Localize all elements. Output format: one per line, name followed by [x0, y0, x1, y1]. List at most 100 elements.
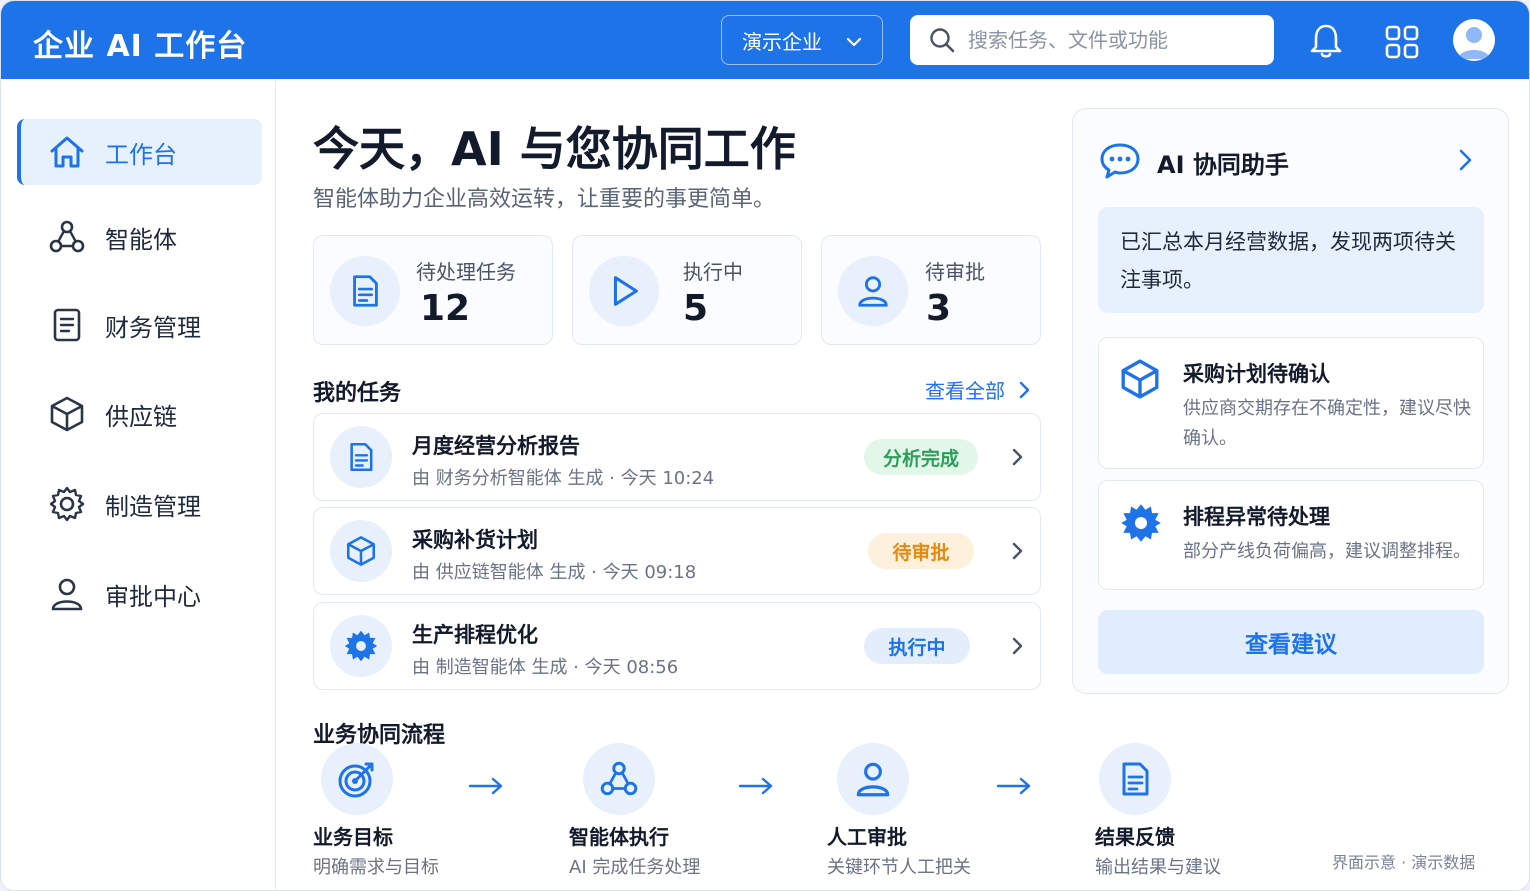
stat-card-running[interactable]: 执行中 5	[572, 235, 802, 345]
insight-card-scheduling[interactable]: 排程异常待处理 部分产线负荷偏高，建议调整排程。	[1098, 480, 1484, 590]
sidebar-item-agents[interactable]: 智能体	[17, 204, 262, 270]
arrow-right-icon	[468, 777, 503, 795]
user-avatar-icon	[1458, 27, 1490, 59]
avatar[interactable]	[1453, 19, 1495, 61]
task-row[interactable]: 月度经营分析报告 由 财务分析智能体 生成 · 今天 10:24 分析完成	[313, 413, 1041, 501]
insight-title: 排程异常待处理	[1183, 505, 1330, 529]
assistant-message: 已汇总本月经营数据，发现两项待关注事项。	[1098, 207, 1484, 313]
chevron-right-icon	[1019, 381, 1030, 398]
insight-card-procurement[interactable]: 采购计划待确认 供应商交期存在不确定性，建议尽快确认。	[1098, 337, 1484, 469]
status-badge: 执行中	[864, 628, 970, 664]
sidebar: 工作台 智能体 财务管理 供应链 制造管理 审批中心	[1, 79, 276, 890]
sidebar-item-approvals[interactable]: 审批中心	[17, 561, 262, 627]
arrow-right-icon	[996, 777, 1031, 795]
stat-label: 待处理任务	[416, 260, 516, 284]
document-icon	[353, 275, 378, 307]
page-title: 今天，AI 与您协同工作	[313, 122, 796, 176]
user-icon	[51, 578, 83, 611]
flow-step-subtitle: 输出结果与建议	[1095, 857, 1221, 878]
task-title: 生产排程优化	[412, 623, 538, 647]
home-icon	[50, 136, 84, 168]
flow-step-subtitle: 明确需求与目标	[313, 857, 439, 878]
assistant-panel: AI 协同助手 已汇总本月经营数据，发现两项待关注事项。 采购计划待确认 供应商…	[1072, 108, 1509, 694]
search-icon	[930, 28, 955, 53]
insight-title: 采购计划待确认	[1183, 362, 1330, 386]
flow-step-title: 人工审批	[827, 825, 907, 849]
gear-icon	[344, 630, 378, 662]
stat-label: 执行中	[683, 260, 743, 284]
flow-step-approval: 人工审批 关键环节人工把关	[827, 743, 971, 878]
assistant-title: AI 协同助手	[1157, 151, 1289, 179]
stat-value: 12	[420, 288, 471, 329]
stat-label: 待审批	[925, 260, 985, 284]
insight-description: 供应商交期存在不确定性，建议尽快确认。	[1183, 398, 1471, 449]
top-header: 企业 AI 工作台 演示企业	[1, 1, 1529, 79]
chevron-right-icon[interactable]	[1453, 147, 1477, 173]
stat-card-pending[interactable]: 待处理任务 12	[313, 235, 553, 345]
task-title: 采购补货计划	[412, 528, 538, 552]
stat-value: 5	[683, 288, 709, 329]
document-icon	[350, 442, 373, 472]
task-row[interactable]: 生产排程优化 由 制造智能体 生成 · 今天 08:56 执行中	[313, 602, 1041, 690]
cube-icon	[1121, 359, 1159, 399]
chat-bubble-icon	[1100, 143, 1140, 179]
document-icon	[53, 308, 81, 342]
footnote: 界面示意 · 演示数据	[1332, 853, 1476, 872]
sidebar-item-manufacturing[interactable]: 制造管理	[17, 471, 262, 537]
gear-icon	[49, 486, 85, 522]
view-all-label: 查看全部	[925, 379, 1005, 403]
task-meta: 由 制造智能体 生成 · 今天 08:56	[412, 657, 679, 678]
app-window: 企业 AI 工作台 演示企业 工作台 智能体 财务管理	[0, 0, 1530, 891]
user-icon	[858, 276, 888, 307]
task-title: 月度经营分析报告	[412, 434, 580, 458]
flow-step-title: 结果反馈	[1095, 825, 1175, 849]
stat-card-approval[interactable]: 待审批 3	[821, 235, 1041, 345]
insight-description: 部分产线负荷偏高，建议调整排程。	[1183, 541, 1471, 562]
page-subtitle: 智能体助力企业高效运转，让重要的事更简单。	[313, 187, 776, 212]
status-badge: 待审批	[868, 533, 974, 569]
agent-icon	[49, 220, 85, 253]
flow-step-result: 结果反馈 输出结果与建议	[1091, 743, 1221, 878]
gear-icon	[1121, 504, 1161, 542]
stat-value: 3	[926, 288, 952, 329]
chevron-right-icon[interactable]	[1006, 635, 1028, 657]
agent-icon	[600, 761, 638, 796]
task-row[interactable]: 采购补货计划 由 供应链智能体 生成 · 今天 09:18 待审批	[313, 507, 1041, 595]
brand-title: 企业 AI 工作台	[33, 29, 248, 64]
status-badge: 分析完成	[864, 439, 978, 475]
sidebar-item-label: 供应链	[105, 402, 177, 431]
target-icon	[338, 762, 374, 798]
user-icon	[856, 762, 890, 797]
chevron-down-icon	[846, 37, 862, 47]
flow-step-subtitle: 关键环节人工把关	[827, 857, 971, 878]
sidebar-item-label: 审批中心	[105, 582, 201, 611]
org-select-value: 演示企业	[742, 29, 822, 54]
search-input[interactable]	[968, 28, 1248, 52]
flow-step-agent: 智能体执行 AI 完成任务处理	[569, 743, 700, 878]
view-all-link[interactable]: 查看全部	[925, 375, 1035, 404]
chevron-right-icon[interactable]	[1006, 540, 1028, 562]
flow-step-goal: 业务目标 明确需求与目标	[313, 743, 439, 878]
org-select[interactable]: 演示企业	[721, 15, 883, 65]
flow-step-subtitle: AI 完成任务处理	[569, 857, 701, 878]
arrow-right-icon	[738, 777, 773, 795]
bell-icon[interactable]	[1307, 21, 1345, 61]
sidebar-item-supply-chain[interactable]: 供应链	[17, 381, 262, 447]
cube-icon	[346, 536, 376, 566]
document-icon	[1122, 762, 1149, 796]
sidebar-item-label: 财务管理	[105, 313, 201, 342]
sidebar-item-label: 工作台	[105, 140, 177, 169]
task-meta: 由 财务分析智能体 生成 · 今天 10:24	[412, 468, 715, 489]
flow-step-title: 业务目标	[313, 825, 393, 849]
task-meta: 由 供应链智能体 生成 · 今天 09:18	[412, 562, 697, 583]
sidebar-item-label: 智能体	[105, 225, 177, 254]
sidebar-item-finance[interactable]: 财务管理	[17, 292, 262, 358]
play-icon	[613, 276, 638, 306]
flow-step-title: 智能体执行	[569, 825, 669, 849]
apps-grid-icon[interactable]	[1383, 21, 1421, 61]
view-suggestions-button[interactable]: 查看建议	[1098, 610, 1484, 674]
sidebar-item-workbench[interactable]: 工作台	[17, 119, 262, 185]
search-box[interactable]	[910, 15, 1274, 65]
sidebar-item-label: 制造管理	[105, 492, 201, 521]
chevron-right-icon[interactable]	[1006, 446, 1028, 468]
